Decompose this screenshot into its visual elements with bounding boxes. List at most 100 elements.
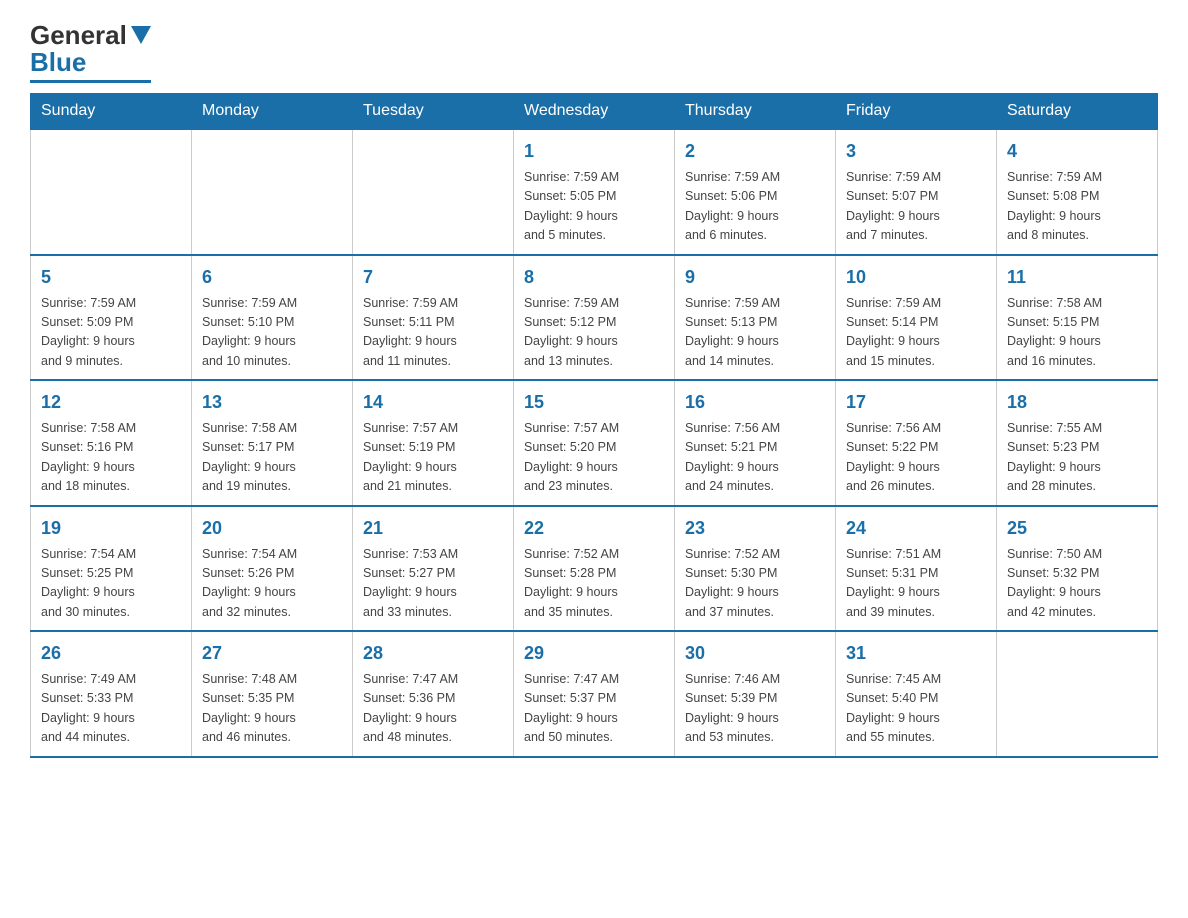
day-number: 25 — [1007, 515, 1147, 542]
day-info: Sunrise: 7:59 AMSunset: 5:11 PMDaylight:… — [363, 294, 503, 372]
day-info: Sunrise: 7:59 AMSunset: 5:06 PMDaylight:… — [685, 168, 825, 246]
day-number: 22 — [524, 515, 664, 542]
calendar-cell: 5Sunrise: 7:59 AMSunset: 5:09 PMDaylight… — [31, 255, 192, 381]
day-info: Sunrise: 7:59 AMSunset: 5:14 PMDaylight:… — [846, 294, 986, 372]
day-info: Sunrise: 7:56 AMSunset: 5:21 PMDaylight:… — [685, 419, 825, 497]
day-header-wednesday: Wednesday — [514, 94, 675, 130]
day-info: Sunrise: 7:56 AMSunset: 5:22 PMDaylight:… — [846, 419, 986, 497]
day-number: 1 — [524, 138, 664, 165]
calendar-cell: 31 Sunrise: 7:45 AMSunset: 5:40 PMDayligh… — [836, 631, 997, 757]
day-number: 3 — [846, 138, 986, 165]
calendar-cell: 13 Sunrise: 7:58 AMSunset: 5:17 PMDayligh… — [192, 380, 353, 506]
calendar-cell: 25 Sunrise: 7:50 AMSunset: 5:32 PMDayligh… — [997, 506, 1158, 632]
calendar-week-row: 1 Sunrise: 7:59 AMSunset: 5:05 PMDaylight… — [31, 129, 1158, 255]
day-info: Sunrise: 7:59 AMSunset: 5:08 PMDaylight:… — [1007, 168, 1147, 246]
day-number: 29 — [524, 640, 664, 667]
day-number: 6 — [202, 264, 342, 291]
day-info: Sunrise: 7:55 AMSunset: 5:23 PMDaylight:… — [1007, 419, 1147, 497]
day-number: 15 — [524, 389, 664, 416]
day-header-friday: Friday — [836, 94, 997, 130]
calendar-cell: 1 Sunrise: 7:59 AMSunset: 5:05 PMDaylight… — [514, 129, 675, 255]
calendar-cell: 4Sunrise: 7:59 AMSunset: 5:08 PMDaylight… — [997, 129, 1158, 255]
day-info: Sunrise: 7:58 AMSunset: 5:15 PMDaylight:… — [1007, 294, 1147, 372]
day-info: Sunrise: 7:47 AMSunset: 5:36 PMDaylight:… — [363, 670, 503, 748]
day-number: 19 — [41, 515, 181, 542]
calendar-cell: 28 Sunrise: 7:47 AMSunset: 5:36 PMDayligh… — [353, 631, 514, 757]
calendar-cell: 30 Sunrise: 7:46 AMSunset: 5:39 PMDayligh… — [675, 631, 836, 757]
day-number: 13 — [202, 389, 342, 416]
calendar-cell: 2Sunrise: 7:59 AMSunset: 5:06 PMDaylight… — [675, 129, 836, 255]
day-number: 11 — [1007, 264, 1147, 291]
logo-triangle-icon — [131, 20, 151, 51]
day-info: Sunrise: 7:48 AMSunset: 5:35 PMDaylight:… — [202, 670, 342, 748]
day-number: 8 — [524, 264, 664, 291]
calendar-cell — [997, 631, 1158, 757]
day-number: 31 — [846, 640, 986, 667]
logo: General Blue — [30, 20, 151, 83]
day-number: 28 — [363, 640, 503, 667]
day-number: 27 — [202, 640, 342, 667]
day-info: Sunrise: 7:54 AMSunset: 5:26 PMDaylight:… — [202, 545, 342, 623]
day-number: 10 — [846, 264, 986, 291]
day-number: 18 — [1007, 389, 1147, 416]
day-number: 14 — [363, 389, 503, 416]
day-info: Sunrise: 7:59 AMSunset: 5:12 PMDaylight:… — [524, 294, 664, 372]
calendar-cell: 10 Sunrise: 7:59 AMSunset: 5:14 PMDayligh… — [836, 255, 997, 381]
day-info: Sunrise: 7:46 AMSunset: 5:39 PMDaylight:… — [685, 670, 825, 748]
calendar-cell: 6 Sunrise: 7:59 AMSunset: 5:10 PMDaylight… — [192, 255, 353, 381]
calendar-cell: 18 Sunrise: 7:55 AMSunset: 5:23 PMDayligh… — [997, 380, 1158, 506]
day-number: 5 — [41, 264, 181, 291]
day-number: 23 — [685, 515, 825, 542]
day-info: Sunrise: 7:57 AMSunset: 5:20 PMDaylight:… — [524, 419, 664, 497]
day-number: 24 — [846, 515, 986, 542]
day-info: Sunrise: 7:59 AMSunset: 5:07 PMDaylight:… — [846, 168, 986, 246]
calendar-cell: 3 Sunrise: 7:59 AMSunset: 5:07 PMDaylight… — [836, 129, 997, 255]
day-info: Sunrise: 7:50 AMSunset: 5:32 PMDaylight:… — [1007, 545, 1147, 623]
calendar-week-row: 5Sunrise: 7:59 AMSunset: 5:09 PMDaylight… — [31, 255, 1158, 381]
calendar-week-row: 26 Sunrise: 7:49 AMSunset: 5:33 PMDayligh… — [31, 631, 1158, 757]
day-info: Sunrise: 7:54 AMSunset: 5:25 PMDaylight:… — [41, 545, 181, 623]
day-info: Sunrise: 7:58 AMSunset: 5:16 PMDaylight:… — [41, 419, 181, 497]
day-info: Sunrise: 7:49 AMSunset: 5:33 PMDaylight:… — [41, 670, 181, 748]
calendar-cell: 8 Sunrise: 7:59 AMSunset: 5:12 PMDaylight… — [514, 255, 675, 381]
calendar-week-row: 19 Sunrise: 7:54 AMSunset: 5:25 PMDayligh… — [31, 506, 1158, 632]
calendar-cell — [31, 129, 192, 255]
day-header-monday: Monday — [192, 94, 353, 130]
day-info: Sunrise: 7:59 AMSunset: 5:13 PMDaylight:… — [685, 294, 825, 372]
calendar-cell: 24Sunrise: 7:51 AMSunset: 5:31 PMDayligh… — [836, 506, 997, 632]
day-number: 26 — [41, 640, 181, 667]
calendar-cell: 22Sunrise: 7:52 AMSunset: 5:28 PMDayligh… — [514, 506, 675, 632]
calendar-cell: 27 Sunrise: 7:48 AMSunset: 5:35 PMDayligh… — [192, 631, 353, 757]
day-info: Sunrise: 7:59 AMSunset: 5:10 PMDaylight:… — [202, 294, 342, 372]
calendar-cell: 9 Sunrise: 7:59 AMSunset: 5:13 PMDaylight… — [675, 255, 836, 381]
day-info: Sunrise: 7:58 AMSunset: 5:17 PMDaylight:… — [202, 419, 342, 497]
day-header-tuesday: Tuesday — [353, 94, 514, 130]
calendar-header-row: SundayMondayTuesdayWednesdayThursdayFrid… — [31, 94, 1158, 130]
calendar-cell: 20Sunrise: 7:54 AMSunset: 5:26 PMDayligh… — [192, 506, 353, 632]
day-number: 16 — [685, 389, 825, 416]
calendar-cell: 19 Sunrise: 7:54 AMSunset: 5:25 PMDayligh… — [31, 506, 192, 632]
calendar-table: SundayMondayTuesdayWednesdayThursdayFrid… — [30, 93, 1158, 758]
day-number: 9 — [685, 264, 825, 291]
calendar-cell: 17 Sunrise: 7:56 AMSunset: 5:22 PMDayligh… — [836, 380, 997, 506]
day-info: Sunrise: 7:59 AMSunset: 5:05 PMDaylight:… — [524, 168, 664, 246]
calendar-cell: 16 Sunrise: 7:56 AMSunset: 5:21 PMDayligh… — [675, 380, 836, 506]
day-info: Sunrise: 7:57 AMSunset: 5:19 PMDaylight:… — [363, 419, 503, 497]
day-number: 21 — [363, 515, 503, 542]
day-header-saturday: Saturday — [997, 94, 1158, 130]
calendar-cell: 23 Sunrise: 7:52 AMSunset: 5:30 PMDayligh… — [675, 506, 836, 632]
day-info: Sunrise: 7:52 AMSunset: 5:30 PMDaylight:… — [685, 545, 825, 623]
calendar-cell: 7 Sunrise: 7:59 AMSunset: 5:11 PMDaylight… — [353, 255, 514, 381]
calendar-cell: 15 Sunrise: 7:57 AMSunset: 5:20 PMDayligh… — [514, 380, 675, 506]
day-number: 7 — [363, 264, 503, 291]
day-info: Sunrise: 7:53 AMSunset: 5:27 PMDaylight:… — [363, 545, 503, 623]
calendar-cell: 21 Sunrise: 7:53 AMSunset: 5:27 PMDayligh… — [353, 506, 514, 632]
page-header: General Blue — [30, 20, 1158, 83]
calendar-cell: 12 Sunrise: 7:58 AMSunset: 5:16 PMDayligh… — [31, 380, 192, 506]
day-info: Sunrise: 7:45 AMSunset: 5:40 PMDaylight:… — [846, 670, 986, 748]
calendar-cell: 26 Sunrise: 7:49 AMSunset: 5:33 PMDayligh… — [31, 631, 192, 757]
day-number: 30 — [685, 640, 825, 667]
day-number: 17 — [846, 389, 986, 416]
day-number: 12 — [41, 389, 181, 416]
calendar-week-row: 12 Sunrise: 7:58 AMSunset: 5:16 PMDayligh… — [31, 380, 1158, 506]
